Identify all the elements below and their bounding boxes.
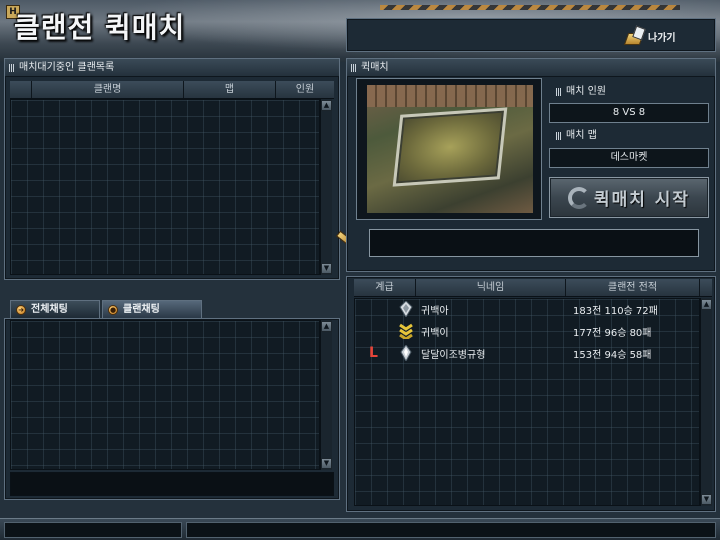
member-scrollbar[interactable]: ▲ ▼: [700, 298, 712, 506]
tab-all-chat[interactable]: ➜ 전체채팅: [10, 300, 100, 318]
member-nickname: 귀백아: [421, 305, 449, 317]
scroll-down-icon[interactable]: ▼: [321, 458, 332, 469]
tab-all-chat-label: 전체채팅: [31, 304, 68, 315]
exit-button[interactable]: 나가기: [624, 24, 694, 48]
gold-chevron-rank-icon: [399, 323, 413, 339]
diamond-rank-icon: [399, 301, 413, 317]
member-record: 183전 110승 72패: [573, 305, 658, 317]
map-preview-frame: [356, 78, 542, 220]
tab-clan-chat[interactable]: ● 클랜채팅: [102, 300, 202, 318]
member-record: 153전 94승 58패: [573, 349, 652, 361]
bottom-status-bar: [0, 518, 720, 540]
member-table-header: 계급 닉네임 클랜전 전적: [354, 279, 712, 297]
quickmatch-panel-title: 퀵매치: [347, 59, 715, 77]
match-players-value: 8 VS 8: [549, 103, 709, 123]
waiting-clan-list[interactable]: [10, 99, 320, 275]
match-message-box: [369, 229, 699, 257]
match-map-value: 데스마켓: [549, 148, 709, 168]
member-record: 177전 96승 80패: [573, 327, 652, 339]
match-players-label: 매치 인원: [552, 84, 606, 100]
member-row[interactable]: 귀백이 177전 96승 80패: [357, 320, 699, 342]
column-spacer: [700, 279, 712, 296]
column-nickname[interactable]: 닉네임: [416, 279, 566, 296]
column-players[interactable]: 인원: [276, 81, 334, 98]
exit-icon: [624, 27, 644, 45]
diamond-rank-icon: [400, 345, 412, 361]
scroll-up-icon[interactable]: ▲: [321, 321, 332, 332]
chat-scrollbar[interactable]: ▲ ▼: [320, 320, 332, 470]
member-nickname: 귀백이: [421, 327, 449, 339]
column-clan-record[interactable]: 클랜전 전적: [566, 279, 700, 296]
rank-cell: [393, 342, 417, 364]
exit-button-label: 나가기: [648, 32, 676, 44]
column-spacer: [10, 81, 32, 98]
leader-cell: [357, 320, 393, 342]
scroll-up-icon[interactable]: ▲: [701, 299, 712, 310]
scroll-down-icon[interactable]: ▼: [701, 494, 712, 505]
rank-cell: [393, 298, 417, 320]
column-map[interactable]: 맵: [184, 81, 276, 98]
column-rank[interactable]: 계급: [354, 279, 416, 296]
chat-log: [10, 320, 320, 470]
leader-cell: L: [357, 342, 393, 364]
quickmatch-start-label: 퀵매치 시작: [593, 190, 691, 210]
arrow-icon: ●: [108, 305, 118, 315]
rank-cell: [393, 320, 417, 342]
scroll-down-icon[interactable]: ▼: [321, 263, 332, 274]
scroll-up-icon[interactable]: ▲: [321, 100, 332, 111]
page-title: 클랜전 퀵매치: [14, 11, 186, 44]
leader-mark: L: [369, 345, 378, 361]
waiting-clan-table-header: 클랜명 맵 인원: [10, 81, 334, 99]
arrow-icon: ➜: [16, 305, 26, 315]
waiting-clan-scrollbar[interactable]: ▲ ▼: [320, 99, 332, 275]
title-bar: H 클랜전 퀵매치: [0, 0, 340, 50]
chat-input[interactable]: [10, 472, 334, 496]
refresh-icon: [567, 186, 590, 209]
member-nickname: 달달이조병규형: [421, 349, 486, 361]
quickmatch-start-button[interactable]: 퀵매치 시작: [549, 177, 709, 218]
map-thumbnail-icon: [367, 85, 533, 213]
waiting-clan-panel-title: 매치대기중인 클랜목록: [5, 59, 339, 77]
status-slot-left: [4, 522, 182, 538]
tab-clan-chat-label: 클랜채팅: [123, 304, 160, 315]
column-clan-name[interactable]: 클랜명: [32, 81, 184, 98]
leader-cell: [357, 298, 393, 320]
hazard-stripes: [380, 5, 680, 10]
match-map-label: 매치 맵: [552, 128, 597, 144]
member-row[interactable]: 귀백아 183전 110승 72패: [357, 298, 699, 320]
status-slot-right: [186, 522, 716, 538]
member-row[interactable]: L 달달이조병규형 153전 94승 58패: [357, 342, 699, 364]
